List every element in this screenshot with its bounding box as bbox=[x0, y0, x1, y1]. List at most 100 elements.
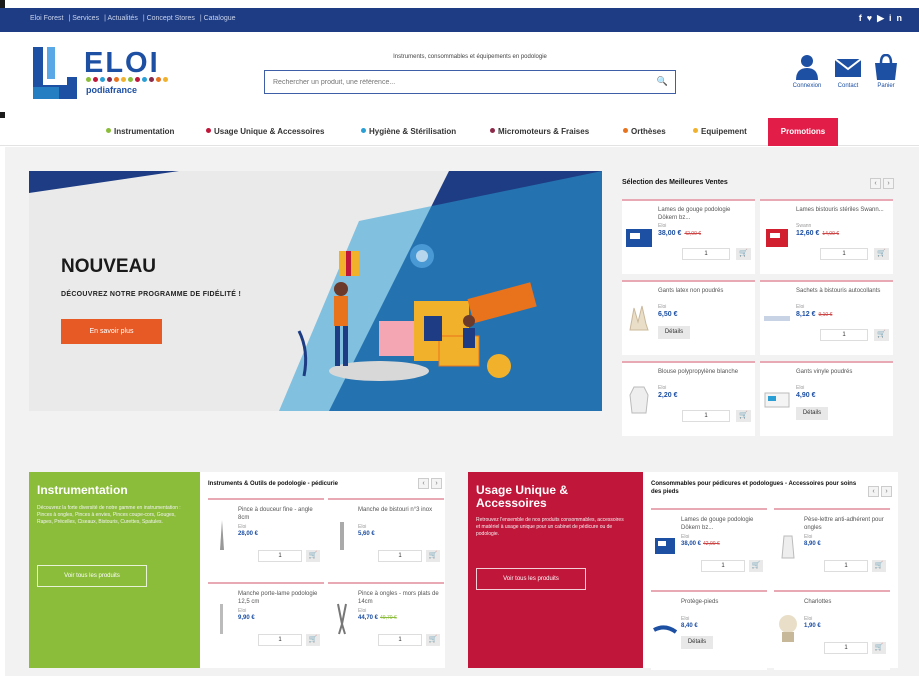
account-link[interactable]: Connexion bbox=[784, 54, 830, 89]
facebook-icon[interactable]: f bbox=[859, 13, 867, 23]
add-to-cart-icon[interactable]: 🛒 bbox=[426, 550, 440, 562]
add-to-cart-icon[interactable]: 🛒 bbox=[874, 248, 889, 260]
quantity-stepper[interactable]: 1 bbox=[820, 248, 868, 260]
product-name[interactable]: Protège-pieds bbox=[681, 598, 763, 606]
user-icon bbox=[796, 55, 818, 80]
quantity-stepper[interactable]: 1 bbox=[378, 550, 422, 562]
product-card[interactable]: Lames de gouge podologie Dökern bz... El… bbox=[622, 199, 755, 274]
next-arrow-icon[interactable]: › bbox=[881, 486, 892, 497]
instrumentation-all-button[interactable]: Voir tous les produits bbox=[37, 565, 147, 587]
old-price: 42,00 € bbox=[684, 231, 702, 237]
nav-item-promotions[interactable]: Promotions bbox=[768, 118, 838, 146]
next-arrow-icon[interactable]: › bbox=[883, 178, 894, 189]
hero-banner[interactable]: NOUVEAU DÉCOUVREZ NOTRE PROGRAMME DE FID… bbox=[29, 171, 602, 411]
add-to-cart-icon[interactable]: 🛒 bbox=[306, 550, 320, 562]
product-thumb bbox=[766, 229, 788, 247]
product-price: 44,70 €49,70 € bbox=[358, 615, 397, 621]
product-card[interactable]: Gants latex non poudrés Eloi 6,50 € Déta… bbox=[622, 280, 755, 355]
add-to-cart-icon[interactable]: 🛒 bbox=[874, 329, 889, 341]
product-name[interactable]: Manche de bistouri n°3 inox bbox=[358, 506, 440, 514]
search-icon[interactable]: 🔍 bbox=[657, 76, 668, 87]
usage-unique-description: Retrouvez l'ensemble de nos produits con… bbox=[476, 517, 624, 537]
bullet-icon bbox=[623, 128, 628, 133]
product-brand: Eloi bbox=[796, 304, 805, 310]
search-input[interactable] bbox=[265, 71, 635, 94]
twitter-icon[interactable]: ♥ bbox=[867, 13, 877, 23]
product-card[interactable]: Pince à douceur fine - angle 8cm Eloi 28… bbox=[208, 498, 324, 578]
quantity-stepper[interactable]: 1 bbox=[682, 248, 730, 260]
top-link[interactable]: Catalogue bbox=[204, 15, 236, 22]
top-link[interactable]: Services bbox=[72, 15, 99, 22]
top-link[interactable]: Actualités bbox=[107, 15, 137, 22]
top-link[interactable]: Eloi Forest bbox=[30, 15, 63, 22]
cart-link[interactable]: Panier bbox=[863, 54, 909, 89]
prev-arrow-icon[interactable]: ‹ bbox=[870, 178, 881, 189]
details-button[interactable]: Détails bbox=[796, 407, 828, 420]
hero-button[interactable]: En savoir plus bbox=[61, 319, 162, 344]
quantity-stepper[interactable]: 1 bbox=[824, 642, 868, 654]
product-card[interactable]: Protège-pieds Eloi 8,40 € Détails bbox=[651, 590, 767, 670]
quantity-stepper[interactable]: 1 bbox=[258, 634, 302, 646]
add-to-cart-icon[interactable]: 🛒 bbox=[736, 410, 751, 422]
quantity-stepper[interactable]: 1 bbox=[820, 329, 868, 341]
product-name[interactable]: Blouse polypropylène blanche bbox=[658, 368, 750, 376]
quantity-stepper[interactable]: 1 bbox=[682, 410, 730, 422]
page: Eloi Forest | Services | Actualités | Conce… bbox=[0, 0, 919, 676]
product-card[interactable]: Pince à ongles - mors plats de 14cm Eloi… bbox=[328, 582, 444, 662]
product-card[interactable]: Manche de bistouri n°3 inox Eloi 5,60 € … bbox=[328, 498, 444, 578]
product-name[interactable]: Lames bistouris stériles Swann... bbox=[796, 206, 888, 214]
next-arrow-icon[interactable]: › bbox=[431, 478, 442, 489]
usage-unique-all-button[interactable]: Voir tous les produits bbox=[476, 568, 586, 590]
product-card[interactable]: Manche porte-lame podologie 12,5 cm Eloi… bbox=[208, 582, 324, 662]
product-name[interactable]: Manche porte-lame podologie 12,5 cm bbox=[238, 590, 320, 606]
linkedin-icon[interactable]: in bbox=[889, 13, 907, 23]
product-name[interactable]: Sachets à bistouris autocollants bbox=[796, 287, 888, 295]
add-to-cart-icon[interactable]: 🛒 bbox=[426, 634, 440, 646]
product-thumb bbox=[781, 535, 795, 559]
youtube-icon[interactable]: ▶ bbox=[877, 13, 889, 23]
usage-unique-box-title: Consommables pour pédicures et podologue… bbox=[651, 481, 857, 495]
product-card[interactable]: Sachets à bistouris autocollants Eloi 8,… bbox=[760, 280, 893, 355]
quantity-stepper[interactable]: 1 bbox=[824, 560, 868, 572]
instrumentation-panel: Instrumentation Découvrez la forte diver… bbox=[29, 472, 200, 668]
product-name[interactable]: Pèse-lettre anti-adhérent pour ongles bbox=[804, 516, 886, 532]
product-name[interactable]: Lames de gouge podologie Dökern bz... bbox=[658, 206, 750, 222]
add-to-cart-icon[interactable]: 🛒 bbox=[736, 248, 751, 260]
product-card[interactable]: Lames bistouris stériles Swann... Swann … bbox=[760, 199, 893, 274]
add-to-cart-icon[interactable]: 🛒 bbox=[749, 560, 763, 572]
quantity-stepper[interactable]: 1 bbox=[701, 560, 745, 572]
details-button[interactable]: Détails bbox=[658, 326, 690, 339]
nav-item-micromoteurs[interactable]: Micromoteurs & Fraises bbox=[490, 127, 589, 136]
prev-arrow-icon[interactable]: ‹ bbox=[868, 486, 879, 497]
top-link[interactable]: Concept Stores bbox=[147, 15, 195, 22]
product-brand: Eloi bbox=[358, 524, 367, 530]
product-card[interactable]: Pèse-lettre anti-adhérent pour ongles El… bbox=[774, 508, 890, 588]
product-card[interactable]: Gants vinyle poudrés Eloi 4,90 € Détails bbox=[760, 361, 893, 436]
nav-item-hygiene[interactable]: Hygiène & Stérilisation bbox=[361, 127, 456, 136]
add-to-cart-icon[interactable]: 🛒 bbox=[872, 560, 886, 572]
product-name[interactable]: Pince à douceur fine - angle 8cm bbox=[238, 506, 320, 522]
prev-arrow-icon[interactable]: ‹ bbox=[418, 478, 429, 489]
add-to-cart-icon[interactable]: 🛒 bbox=[872, 642, 886, 654]
product-name[interactable]: Lames de gouge podologie Dökern bz... bbox=[681, 516, 763, 532]
logo[interactable]: ELOI podiafrance bbox=[29, 47, 168, 101]
product-name[interactable]: Charlottes bbox=[804, 598, 886, 606]
details-button[interactable]: Détails bbox=[681, 636, 713, 649]
quantity-stepper[interactable]: 1 bbox=[258, 550, 302, 562]
nav-label: Orthèses bbox=[631, 127, 666, 136]
quantity-stepper[interactable]: 1 bbox=[378, 634, 422, 646]
product-name[interactable]: Gants latex non poudrés bbox=[658, 287, 750, 295]
nav-item-ortheses[interactable]: Orthèses bbox=[623, 127, 666, 136]
old-price: 9,10 € bbox=[818, 312, 833, 318]
product-card[interactable]: Blouse polypropylène blanche Eloi 2,20 €… bbox=[622, 361, 755, 436]
product-card[interactable]: Lames de gouge podologie Dökern bz... El… bbox=[651, 508, 767, 588]
nav-item-instrumentation[interactable]: Instrumentation bbox=[106, 127, 174, 136]
product-card[interactable]: Charlottes Eloi 1,90 € 1 🛒 bbox=[774, 590, 890, 670]
add-to-cart-icon[interactable]: 🛒 bbox=[306, 634, 320, 646]
nav-item-usage-unique[interactable]: Usage Unique & Accessoires bbox=[206, 127, 324, 136]
product-name[interactable]: Pince à ongles - mors plats de 14cm bbox=[358, 590, 440, 606]
instrumentation-description: Découvrez la forte diversité de notre ga… bbox=[37, 505, 181, 525]
product-name[interactable]: Gants vinyle poudrés bbox=[796, 368, 888, 376]
nav-item-equipement[interactable]: Equipement bbox=[693, 127, 747, 136]
product-thumb bbox=[655, 538, 675, 554]
